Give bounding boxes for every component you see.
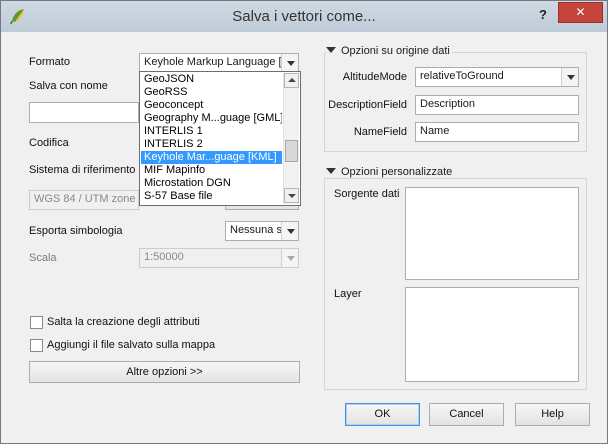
- save-as-input[interactable]: [29, 102, 139, 123]
- add-to-map-label: Aggiungi il file salvato sulla mappa: [47, 339, 216, 351]
- symbology-select[interactable]: Nessuna s: [225, 221, 299, 241]
- format-options: GeoJSON GeoRSS Geoconcept Geography M...…: [141, 73, 282, 203]
- datasource-text-label: Sorgente dati: [334, 188, 400, 200]
- layer-text-label: Layer: [334, 288, 362, 300]
- close-window-button[interactable]: ✕: [558, 2, 603, 23]
- scroll-down-icon[interactable]: [284, 188, 299, 203]
- custom-options-title: Opzioni personalizzate: [341, 166, 453, 178]
- window-title: Salva i vettori come...: [232, 8, 376, 25]
- symbology-label: Esporta simbologia: [29, 225, 123, 237]
- more-options-button[interactable]: Altre opzioni >>: [29, 361, 300, 383]
- format-select[interactable]: Keyhole Markup Language [K: [139, 53, 299, 73]
- format-option-selected[interactable]: Keyhole Mar...guage [KML]: [141, 151, 282, 164]
- chevron-down-icon[interactable]: [281, 222, 298, 240]
- datasource-options-textarea[interactable]: [405, 187, 579, 280]
- chevron-down-icon[interactable]: [561, 68, 578, 86]
- format-option[interactable]: MIF Mapinfo: [141, 164, 282, 177]
- help-question-icon[interactable]: ?: [533, 5, 553, 25]
- encoding-label: Codifica: [29, 137, 69, 149]
- crs-select[interactable]: WGS 84 / UTM zone 3: [29, 190, 139, 210]
- symbology-select-value: Nessuna s: [230, 224, 282, 236]
- description-field-input[interactable]: Description: [415, 95, 579, 115]
- format-option[interactable]: INTERLIS 1: [141, 125, 282, 138]
- chevron-down-icon[interactable]: [281, 249, 298, 267]
- format-dropdown-list[interactable]: GeoJSON GeoRSS Geoconcept Geography M...…: [139, 71, 301, 206]
- scale-select[interactable]: 1:50000: [139, 248, 299, 268]
- format-option[interactable]: S-57 Base file: [141, 190, 282, 203]
- collapse-triangle-icon[interactable]: [326, 47, 336, 53]
- altitude-mode-label: AltitudeMode: [342, 71, 407, 83]
- name-field-input[interactable]: Name: [415, 122, 579, 142]
- save-as-label: Salva con nome: [29, 80, 108, 92]
- ok-button[interactable]: OK: [345, 403, 420, 426]
- datasource-options-title: Opzioni su origine dati: [341, 45, 450, 57]
- datasource-options-header[interactable]: Opzioni su origine dati: [326, 45, 452, 57]
- scroll-thumb[interactable]: [285, 140, 298, 162]
- help-button[interactable]: Help: [515, 403, 590, 426]
- crs-label: Sistema di riferimento: [29, 164, 136, 176]
- format-option[interactable]: GeoJSON: [141, 73, 282, 86]
- scale-select-value: 1:50000: [144, 251, 184, 263]
- save-vector-dialog: Salva i vettori come... ? ✕ Formato Keyh…: [0, 0, 608, 444]
- format-option[interactable]: Microstation DGN: [141, 177, 282, 190]
- format-option[interactable]: INTERLIS 2: [141, 138, 282, 151]
- scroll-up-icon[interactable]: [284, 73, 299, 88]
- description-field-label: DescriptionField: [328, 99, 407, 111]
- title-bar[interactable]: Salva i vettori come... ? ✕: [1, 1, 607, 32]
- layer-options-textarea[interactable]: [405, 287, 579, 382]
- add-to-map-checkbox[interactable]: [30, 339, 43, 352]
- name-field-label: NameField: [353, 126, 407, 138]
- chevron-down-icon[interactable]: [281, 54, 298, 72]
- scale-label: Scala: [29, 252, 57, 264]
- format-select-value: Keyhole Markup Language [K: [144, 56, 289, 68]
- dialog-body: Formato Keyhole Markup Language [K Salva…: [9, 32, 599, 437]
- skip-attributes-checkbox[interactable]: [30, 316, 43, 329]
- collapse-triangle-icon[interactable]: [326, 168, 336, 174]
- format-option[interactable]: Geography M...guage [GML]: [141, 112, 282, 125]
- format-option[interactable]: Geoconcept: [141, 99, 282, 112]
- altitude-mode-select[interactable]: relativeToGround: [415, 67, 579, 87]
- crs-select-value: WGS 84 / UTM zone 3: [34, 193, 139, 205]
- format-option[interactable]: GeoRSS: [141, 86, 282, 99]
- custom-options-header[interactable]: Opzioni personalizzate: [326, 166, 455, 178]
- dropdown-scrollbar[interactable]: [283, 73, 299, 204]
- skip-attributes-label: Salta la creazione degli attributi: [47, 316, 200, 328]
- altitude-mode-value: relativeToGround: [420, 70, 504, 82]
- cancel-button[interactable]: Cancel: [429, 403, 504, 426]
- format-label: Formato: [29, 56, 70, 68]
